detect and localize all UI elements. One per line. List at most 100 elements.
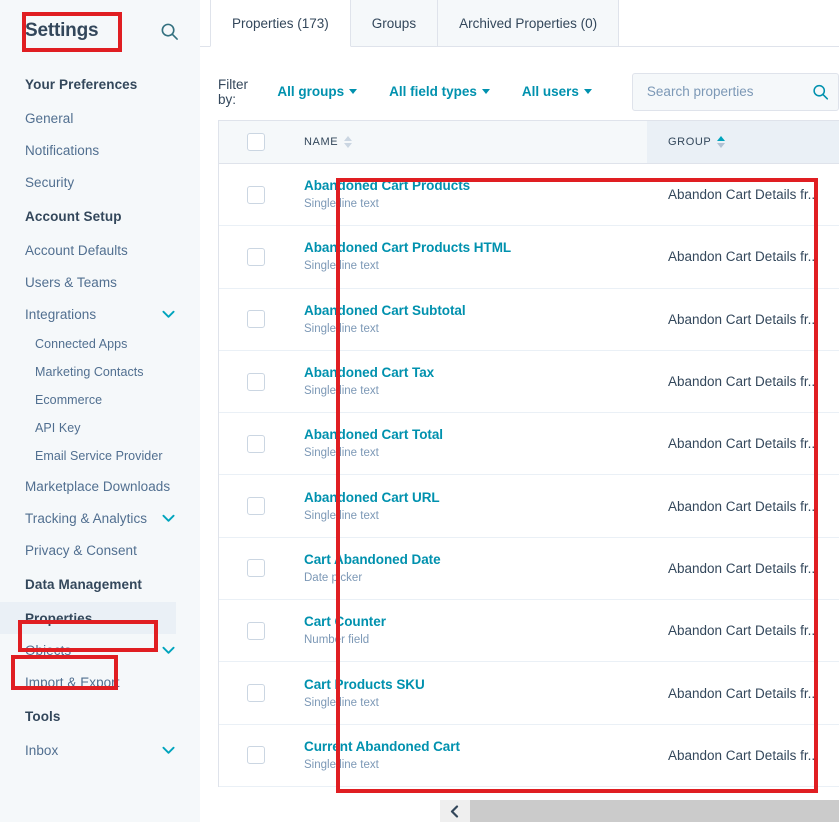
property-name-link[interactable]: Cart Abandoned Date (304, 552, 647, 568)
sort-toggle-group[interactable] (717, 136, 726, 148)
sidebar-item-label: Ecommerce (35, 393, 103, 407)
property-name-link[interactable]: Abandoned Cart Products (304, 178, 647, 194)
filter-by-label: Filter by: (218, 76, 248, 107)
sidebar-item-inbox[interactable]: Inbox (0, 734, 200, 766)
filter-all-field-types-label: All field types (389, 84, 477, 99)
sidebar-item-marketplace-downloads[interactable]: Marketplace Downloads (0, 470, 200, 502)
property-group-label: Abandon Cart Details fr... (668, 560, 819, 576)
property-name-link[interactable]: Cart Counter (304, 614, 647, 630)
chevron-down-icon (583, 89, 592, 94)
sidebar-item-connected-apps[interactable]: Connected Apps (0, 330, 200, 358)
sidebar-item-notifications[interactable]: Notifications (0, 134, 200, 166)
horizontal-scrollbar[interactable] (440, 800, 839, 822)
row-checkbox[interactable] (246, 247, 265, 266)
property-name-cell: Cart Products SKU Single line text (292, 662, 647, 723)
sidebar-item-integrations[interactable]: Integrations (0, 298, 200, 330)
filter-all-users-label: All users (521, 84, 579, 99)
sidebar-item-import-export[interactable]: Import & Export (0, 666, 200, 698)
table-row[interactable]: Current Abandoned Cart Single line text Ab… (219, 724, 839, 787)
property-name-link[interactable]: Abandoned Cart Products HTML (304, 240, 647, 256)
table-row[interactable]: Abandoned Cart Tax Single line text Abando… (219, 350, 839, 414)
column-header-group[interactable]: GROUP (647, 121, 839, 163)
column-header-name[interactable]: NAME (292, 121, 647, 163)
sidebar-section-header: Your Preferences (25, 77, 138, 92)
property-name-link[interactable]: Abandoned Cart Subtotal (304, 303, 647, 319)
table-row[interactable]: Cart Abandoned Date Date picker Abandon Ca… (219, 537, 839, 601)
row-select-cell (219, 351, 292, 412)
sidebar-item-objects[interactable]: Objects (0, 634, 200, 666)
sidebar-item-security[interactable]: Security (0, 166, 200, 198)
tab-label: Archived Properties (0) (459, 15, 598, 31)
row-checkbox[interactable] (246, 310, 265, 329)
sidebar-item-label: Users & Teams (25, 274, 117, 290)
row-checkbox[interactable] (246, 185, 265, 204)
property-group-cell: Abandon Cart Details fr... (647, 725, 839, 786)
sidebar-item-label: Objects (25, 642, 72, 658)
chevron-left-icon[interactable] (440, 800, 470, 822)
column-header-name-label: NAME (304, 136, 339, 148)
sidebar-item-privacy-consent[interactable]: Privacy & Consent (0, 534, 200, 566)
table-row[interactable]: Cart Products SKU Single line text Abandon… (219, 662, 839, 725)
property-name-link[interactable]: Abandoned Cart Total (304, 427, 647, 443)
row-checkbox[interactable] (246, 684, 265, 703)
sidebar-item-label: Properties (25, 610, 93, 626)
row-checkbox[interactable] (246, 497, 265, 516)
property-group-cell: Abandon Cart Details fr... (647, 475, 839, 536)
table-row[interactable]: Abandoned Cart Products HTML Single line … (219, 226, 839, 289)
filter-all-users[interactable]: All users (522, 84, 592, 99)
row-checkbox[interactable] (246, 559, 265, 578)
chevron-down-icon[interactable] (161, 307, 175, 321)
tab-groups[interactable]: Groups (349, 0, 439, 46)
chevron-down-icon[interactable] (161, 643, 175, 657)
table-row[interactable]: Abandoned Cart URL Single line text Abando… (219, 475, 839, 538)
property-field-type: Single line text (304, 260, 379, 273)
row-checkbox[interactable] (246, 621, 265, 640)
properties-table: NAME GROUP Abandoned Cart Products Single… (218, 120, 839, 787)
search-submit-icon[interactable] (812, 83, 829, 100)
search-properties-box[interactable] (631, 72, 839, 111)
tab-properties-173[interactable]: Properties (173) (210, 0, 351, 47)
sidebar-item-tracking-analytics[interactable]: Tracking & Analytics (0, 502, 200, 534)
chevron-down-icon (349, 89, 358, 94)
sidebar-item-users-teams[interactable]: Users & Teams (0, 266, 200, 298)
property-field-type: Single line text (304, 758, 379, 771)
filter-all-groups[interactable]: All groups (277, 84, 358, 99)
sidebar-item-marketing-contacts[interactable]: Marketing Contacts (0, 358, 200, 386)
sidebar-item-ecommerce[interactable]: Ecommerce (0, 386, 200, 414)
property-name-link[interactable]: Abandoned Cart Tax (304, 365, 647, 381)
sidebar-search-icon[interactable] (156, 18, 182, 44)
table-row[interactable]: Abandoned Cart Total Single line text Aban… (219, 413, 839, 476)
row-select-cell (219, 538, 292, 599)
select-all-cell (219, 121, 292, 163)
filter-all-field-types[interactable]: All field types (389, 84, 490, 99)
property-name-cell: Cart Counter Number field (292, 600, 647, 661)
tab-archived-properties-0[interactable]: Archived Properties (0) (437, 0, 620, 46)
sidebar-item-label: Privacy & Consent (25, 542, 137, 558)
row-checkbox[interactable] (246, 434, 265, 453)
property-field-type: Single line text (304, 198, 379, 211)
property-name-link[interactable]: Abandoned Cart URL (304, 490, 647, 506)
chevron-down-icon[interactable] (161, 743, 175, 757)
sidebar-item-email-service-provider[interactable]: Email Service Provider (0, 442, 200, 470)
sort-toggle-name[interactable] (344, 136, 353, 148)
select-all-checkbox[interactable] (246, 133, 265, 151)
property-name-link[interactable]: Current Abandoned Cart (304, 739, 647, 755)
property-group-label: Abandon Cart Details fr... (668, 747, 819, 763)
table-row[interactable]: Cart Counter Number field Abandon Cart Det… (219, 600, 839, 663)
sidebar-item-properties[interactable]: Properties (0, 602, 176, 634)
row-checkbox[interactable] (246, 372, 265, 391)
sidebar-item-account-defaults[interactable]: Account Defaults (0, 234, 200, 266)
sidebar-item-api-key[interactable]: API Key (0, 414, 200, 442)
sidebar-nav: Your Preferences General Notifications Secu… (0, 62, 200, 766)
table-row[interactable]: Abandoned Cart Subtotal Single line text A… (219, 288, 839, 351)
property-group-cell: Abandon Cart Details fr... (647, 413, 839, 474)
search-input[interactable] (644, 83, 800, 100)
sidebar-item-general[interactable]: General (0, 102, 200, 134)
row-checkbox[interactable] (246, 746, 265, 765)
sidebar-item-label: Tracking & Analytics (25, 510, 148, 526)
property-name-link[interactable]: Cart Products SKU (304, 677, 647, 693)
property-field-type: Date picker (304, 571, 363, 584)
table-row[interactable]: Abandoned Cart Products Single line text A… (219, 164, 839, 227)
chevron-down-icon[interactable] (161, 511, 175, 525)
sidebar-item-label: Security (25, 174, 75, 190)
